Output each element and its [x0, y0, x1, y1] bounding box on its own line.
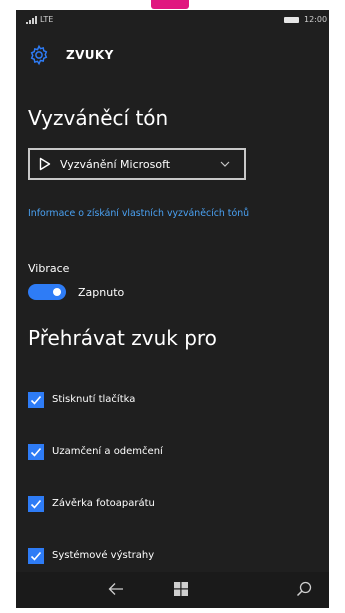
checkbox-box[interactable] — [28, 392, 44, 408]
gear-icon — [30, 44, 48, 66]
play-icon[interactable] — [39, 157, 51, 171]
checkbox-box[interactable] — [28, 496, 44, 512]
vibration-state-label: Zapnuto — [78, 286, 125, 299]
checkbox-box[interactable] — [28, 444, 44, 460]
search-icon[interactable] — [296, 581, 312, 597]
play-sounds-heading: Přehrávat zvuk pro — [28, 326, 217, 350]
navigation-bar — [16, 572, 329, 608]
vibration-label: Vibrace — [28, 262, 70, 275]
status-bar: LTE 12:00 — [16, 10, 329, 30]
chevron-down-icon — [220, 161, 230, 167]
toggle-knob — [53, 288, 61, 296]
checkbox-label: Uzamčení a odemčení — [52, 446, 163, 457]
ringtone-selected-value: Vyzvánění Microsoft — [60, 158, 171, 171]
page-title: ZVUKY — [66, 48, 114, 62]
checkmark-icon — [30, 551, 42, 561]
checkmark-icon — [30, 395, 42, 405]
top-accent-marker — [151, 0, 189, 9]
checkmark-icon — [30, 447, 42, 457]
back-arrow-icon[interactable] — [108, 582, 124, 596]
ringtone-dropdown[interactable]: Vyzvánění Microsoft — [28, 148, 246, 180]
checkbox-label: Stisknutí tlačítka — [52, 394, 136, 405]
custom-ringtones-link[interactable]: Informace o získání vlastních vyzváněcíc… — [28, 208, 249, 219]
windows-start-icon[interactable] — [174, 582, 188, 596]
checkbox-box[interactable] — [28, 548, 44, 564]
vibration-toggle[interactable] — [28, 284, 66, 300]
phone-screen: LTE 12:00 ZVUKY Vyzváněcí tón Vyzvánění … — [16, 10, 329, 608]
checkmark-icon — [30, 499, 42, 509]
signal-strength-icon — [26, 16, 37, 24]
network-type: LTE — [40, 15, 54, 24]
checkbox-label: Systémové výstrahy — [52, 550, 155, 561]
battery-icon — [284, 17, 299, 23]
checkbox-label: Závěrka fotoaparátu — [52, 498, 155, 509]
ringtone-heading: Vyzváněcí tón — [28, 106, 169, 130]
status-clock: 12:00 — [304, 15, 328, 24]
